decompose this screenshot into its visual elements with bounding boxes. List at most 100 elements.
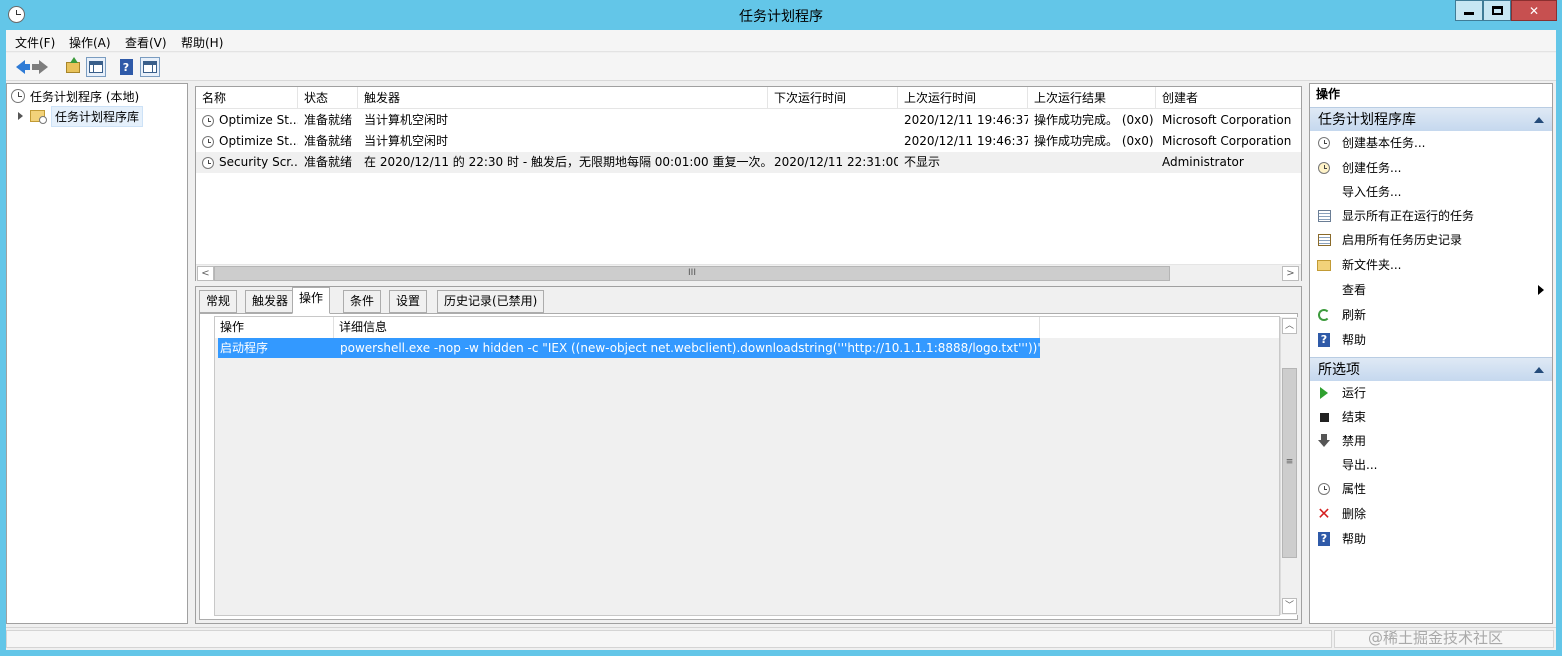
scroll-right-icon[interactable]: >	[1282, 266, 1299, 281]
actions-pane: 操作 任务计划程序库 创建基本任务... 创建任务... 导入任务... 显示所…	[1309, 83, 1553, 624]
action-disable[interactable]: 禁用	[1310, 429, 1552, 453]
action-view[interactable]: 查看	[1310, 278, 1552, 302]
action-label: 运行	[1342, 386, 1367, 400]
show-hide-action-pane-button[interactable]	[140, 57, 160, 77]
column-header-last-run[interactable]: 上次运行时间	[898, 87, 1028, 109]
action-export[interactable]: 导出...	[1310, 453, 1552, 477]
maximize-icon	[1491, 6, 1503, 15]
create-basic-task-icon	[1317, 136, 1331, 150]
folder-up-icon	[66, 56, 80, 73]
tab-history[interactable]: 历史记录(已禁用)	[437, 290, 545, 313]
running-tasks-list-icon	[1317, 209, 1331, 223]
tree-root[interactable]: 任务计划程序 (本地)	[11, 86, 139, 106]
forward-button[interactable]	[31, 57, 53, 77]
scroll-left-icon[interactable]: <	[197, 266, 214, 281]
tab-general[interactable]: 常规	[199, 290, 238, 313]
console-tree-icon	[89, 61, 103, 73]
menu-file[interactable]: 文件(F)	[15, 34, 55, 51]
menu-bar: 文件(F) 操作(A) 查看(V) 帮助(H)	[6, 30, 1556, 52]
column-header-details[interactable]: 详细信息	[334, 317, 1040, 338]
action-label: 创建任务...	[1342, 161, 1402, 175]
expand-arrow-icon[interactable]	[18, 112, 23, 120]
action-properties[interactable]: 属性	[1310, 477, 1552, 501]
collapse-icon[interactable]	[1534, 367, 1544, 373]
tab-triggers[interactable]: 触发器	[245, 290, 296, 313]
tab-settings[interactable]: 设置	[389, 290, 428, 313]
action-type: 启动程序	[220, 341, 269, 355]
tab-conditions[interactable]: 条件	[343, 290, 382, 313]
action-label: 禁用	[1342, 434, 1367, 448]
back-button[interactable]	[10, 57, 30, 77]
task-trigger: 当计算机空闲时	[364, 134, 449, 148]
help-toolbar-button[interactable]: ?	[116, 57, 136, 77]
up-one-level-button[interactable]	[63, 56, 83, 77]
menu-help[interactable]: 帮助(H)	[181, 34, 223, 51]
scroll-down-icon[interactable]: ﹀	[1282, 598, 1297, 614]
task-author: Microsoft Corporation	[1162, 134, 1292, 148]
delete-x-icon: ✕	[1317, 504, 1331, 523]
action-pane-icon	[143, 61, 157, 73]
column-header-last-result[interactable]: 上次运行结果	[1028, 87, 1156, 109]
action-create-basic-task[interactable]: 创建基本任务...	[1310, 131, 1552, 155]
task-row[interactable]: Optimize St... 准备就绪 当计算机空闲时 2020/12/11 1…	[196, 110, 1301, 131]
minimize-button[interactable]	[1455, 0, 1483, 21]
title-bar[interactable]: 任务计划程序 ✕	[0, 0, 1562, 30]
action-import-task[interactable]: 导入任务...	[1310, 180, 1552, 204]
actions-pane-title: 操作	[1310, 84, 1552, 104]
horizontal-scrollbar[interactable]: < III >	[196, 264, 1301, 281]
actions-list-header: 操作 详细信息	[215, 317, 1279, 338]
column-header-action[interactable]: 操作	[215, 317, 334, 338]
forward-arrow-icon	[31, 60, 48, 74]
vertical-scrollbar[interactable]: ︿ ≡ ﹀	[1280, 317, 1298, 615]
collapse-icon[interactable]	[1534, 117, 1544, 123]
action-label: 启用所有任务历史记录	[1342, 233, 1463, 247]
action-label: 创建基本任务...	[1342, 136, 1426, 150]
menu-action[interactable]: 操作(A)	[69, 34, 111, 51]
toolbar: ?	[6, 53, 1556, 81]
run-play-icon	[1317, 386, 1331, 400]
task-last-result: 操作成功完成。 (0x0)	[1034, 134, 1154, 148]
tab-actions[interactable]: 操作	[292, 287, 331, 314]
action-label: 删除	[1342, 507, 1367, 521]
task-clock-icon	[202, 135, 214, 148]
column-header-trigger[interactable]: 触发器	[358, 87, 768, 109]
section-library-header[interactable]: 任务计划程序库	[1310, 107, 1552, 131]
action-enable-history[interactable]: 启用所有任务历史记录	[1310, 228, 1552, 252]
tree-root-label: 任务计划程序 (本地)	[30, 89, 140, 104]
column-header-next-run[interactable]: 下次运行时间	[768, 87, 898, 109]
submenu-arrow-icon	[1538, 285, 1544, 295]
task-row-selected[interactable]: Security Scr... 准备就绪 在 2020/12/11 的 22:3…	[196, 152, 1301, 173]
action-new-folder[interactable]: 新文件夹...	[1310, 253, 1552, 277]
maximize-button[interactable]	[1483, 0, 1511, 21]
task-row[interactable]: Optimize St... 准备就绪 当计算机空闲时 2020/12/11 1…	[196, 131, 1301, 152]
column-header-name[interactable]: 名称	[196, 87, 298, 109]
task-trigger: 在 2020/12/11 的 22:30 时 - 触发后，无限期地每隔 00:0…	[364, 155, 768, 169]
action-refresh[interactable]: 刷新	[1310, 303, 1552, 327]
refresh-icon	[1317, 308, 1331, 322]
horizontal-scroll-thumb[interactable]: III	[214, 266, 1170, 281]
action-delete[interactable]: ✕ 删除	[1310, 502, 1552, 526]
column-header-status[interactable]: 状态	[298, 87, 358, 109]
action-end[interactable]: 结束	[1310, 405, 1552, 429]
task-scheduler-window: 任务计划程序 ✕ 文件(F) 操作(A) 查看(V) 帮助(H) ? 任务计划程…	[0, 0, 1562, 656]
action-label: 查看	[1342, 283, 1367, 297]
action-create-task[interactable]: 创建任务...	[1310, 156, 1552, 180]
vertical-scroll-thumb[interactable]: ≡	[1282, 368, 1297, 558]
show-hide-console-tree-button[interactable]	[86, 57, 106, 77]
tree-item-library[interactable]: 任务计划程序库	[18, 105, 144, 127]
task-list: 名称 状态 触发器 下次运行时间 上次运行时间 上次运行结果 创建者 Optim…	[195, 86, 1302, 281]
task-name: Security Scr...	[219, 155, 298, 169]
action-label: 导出...	[1342, 458, 1378, 472]
menu-view[interactable]: 查看(V)	[125, 34, 167, 51]
action-help-selected[interactable]: ? 帮助	[1310, 527, 1552, 551]
action-help[interactable]: ? 帮助	[1310, 328, 1552, 352]
column-header-author[interactable]: 创建者	[1156, 87, 1301, 109]
close-button[interactable]: ✕	[1511, 0, 1557, 21]
action-show-running-tasks[interactable]: 显示所有正在运行的任务	[1310, 204, 1552, 228]
section-selected-header[interactable]: 所选项	[1310, 357, 1552, 381]
action-row-selected[interactable]: 启动程序 powershell.exe -nop -w hidden -c "I…	[218, 338, 1040, 358]
action-run[interactable]: 运行	[1310, 381, 1552, 405]
client-area: 文件(F) 操作(A) 查看(V) 帮助(H) ? 任务计划程序 (本地) 任务…	[6, 30, 1556, 650]
task-clock-icon	[202, 156, 214, 169]
scroll-up-icon[interactable]: ︿	[1282, 318, 1297, 334]
